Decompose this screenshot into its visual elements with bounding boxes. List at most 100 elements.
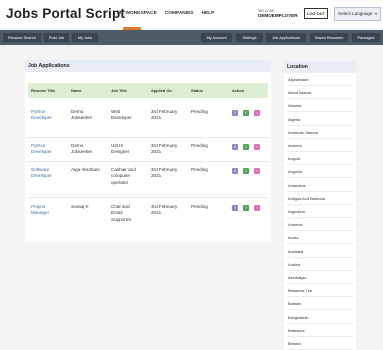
location-divider	[286, 177, 354, 179]
location-item[interactable]: Andorra	[288, 143, 302, 148]
location-item[interactable]: Bahrain	[288, 301, 301, 306]
delete-icon[interactable]: ▫	[254, 144, 260, 150]
settings-button[interactable]: Settings	[236, 33, 263, 42]
nav-my-workspace[interactable]: MY WORKSPACE	[117, 11, 157, 16]
view-icon[interactable]: ≡	[232, 144, 238, 150]
job-title-line: Supporter	[111, 216, 132, 222]
location-item[interactable]: Antarctica	[288, 183, 305, 188]
location-item[interactable]: Argentina	[288, 209, 305, 214]
location-item[interactable]: Aruba	[288, 235, 298, 240]
location-item[interactable]: Albania	[288, 103, 301, 108]
delete-icon[interactable]: ▫	[254, 205, 260, 211]
resume-title-link-line: Developer	[31, 115, 52, 121]
job-title-line: Developer	[111, 115, 132, 121]
job-applications-button[interactable]: Job Applications	[266, 33, 306, 42]
location-item[interactable]: Anguilla	[288, 169, 302, 174]
table-header: Resume Title Name Job Title Applied On S…	[28, 83, 268, 98]
location-item[interactable]: Bangladesh	[288, 315, 309, 320]
panel-title: Job Applications	[25, 60, 271, 72]
location-divider	[286, 190, 354, 192]
location-item[interactable]: Austria	[288, 262, 300, 267]
site-header: Jobs Portal Script MY WORKSPACE COMPANIE…	[0, 0, 383, 30]
applicant-name-line: Jobseeker	[71, 115, 93, 121]
nav-help[interactable]: HELP	[202, 11, 215, 16]
resume-title-link-line: Developer	[31, 173, 52, 179]
logout-button[interactable]: LOG OUT	[304, 8, 328, 19]
location-item[interactable]: Antigua And Barbuda	[288, 196, 325, 201]
view-icon[interactable]: ≡	[232, 205, 238, 211]
username: DEMOEMPLOYER	[258, 13, 298, 18]
location-divider	[286, 256, 354, 258]
col-applied-on: Applied On	[151, 88, 172, 93]
row-divider	[28, 137, 268, 138]
location-item[interactable]: Azerbaijan	[288, 275, 306, 280]
col-job-title: Job Title	[111, 88, 127, 93]
location-divider	[286, 164, 354, 166]
row-divider	[28, 161, 268, 162]
location-item[interactable]: Angola	[288, 156, 300, 161]
chevron-down-icon: ▾	[374, 11, 377, 16]
approve-icon[interactable]: ✓	[243, 205, 249, 211]
saved-resumes-button[interactable]: Saved Resumes	[310, 33, 348, 42]
language-select-label: Select Language	[338, 11, 373, 16]
applied-on: 3rd February 2021	[151, 109, 177, 122]
approve-icon[interactable]: ✓	[243, 144, 249, 150]
resume-title-link[interactable]: Software Developer	[31, 167, 52, 180]
delete-icon[interactable]: ▫	[254, 110, 260, 116]
approve-icon[interactable]: ✓	[243, 168, 249, 174]
approve-icon[interactable]: ✓	[243, 110, 249, 116]
location-item[interactable]: Bahamas The	[288, 288, 312, 293]
location-item[interactable]: Belarus	[288, 341, 301, 346]
col-resume-title: Resume Title	[31, 88, 56, 93]
location-filter: Location Afghanistan Aland Islands Albania…	[284, 61, 356, 350]
location-divider	[286, 124, 354, 126]
site-logo[interactable]: Jobs Portal Script	[6, 6, 125, 21]
status-text: Pending	[191, 109, 208, 115]
resume-title-link[interactable]: Project Manager	[31, 204, 49, 217]
job-title-line: operator	[111, 179, 129, 185]
location-item[interactable]: Australia	[288, 249, 303, 254]
location-divider	[286, 296, 354, 298]
status-text: Pending	[191, 167, 208, 173]
location-divider	[286, 269, 354, 271]
resume-search-button[interactable]: Resume Search	[3, 33, 41, 42]
applicant-name: Suraaj K	[71, 204, 89, 210]
resume-title-link-line: Manager	[31, 210, 50, 216]
col-status: Status	[191, 88, 203, 93]
location-item[interactable]: Aland Islands	[288, 90, 311, 95]
location-item[interactable]: Armenia	[288, 222, 303, 227]
view-icon[interactable]: ≡	[232, 168, 238, 174]
col-name: Name	[71, 88, 82, 93]
applicant-name: Alga Abraham	[71, 167, 100, 173]
language-select[interactable]: Select Language ▾	[334, 7, 381, 21]
applied-on: 3rd February 2021	[151, 167, 177, 180]
applied-on: 3rd February 2021	[151, 204, 177, 217]
location-item[interactable]: Barbados	[288, 328, 305, 333]
location-divider	[286, 203, 354, 205]
packages-button[interactable]: Packages	[352, 33, 380, 42]
nav-companies[interactable]: COMPANIES	[165, 11, 194, 16]
main-nav: MY WORKSPACE COMPANIES HELP	[117, 11, 214, 16]
post-job-button[interactable]: Post Job	[44, 33, 69, 42]
applicant-name: Demo Jobseeker	[71, 109, 92, 122]
applied-on: 3rd February 2021	[151, 143, 177, 156]
my-account-button[interactable]: My Account	[201, 33, 232, 42]
toolbar: Resume Search Post Job My Jobs My Accoun…	[0, 30, 383, 45]
location-divider	[286, 217, 354, 218]
my-jobs-button[interactable]: My Jobs	[72, 33, 98, 42]
resume-title-link[interactable]: Python Developer	[31, 109, 52, 122]
location-item[interactable]: American Samoa	[288, 130, 318, 135]
location-divider	[286, 335, 354, 337]
applied-on-line: 2021	[151, 149, 162, 155]
applied-on-line: 2021	[151, 173, 162, 179]
resume-title-link[interactable]: Python Developer	[31, 143, 52, 156]
applicant-name-line: Alga Abraham	[71, 167, 100, 172]
col-action: Action	[232, 88, 245, 93]
view-icon[interactable]: ≡	[232, 110, 238, 116]
delete-icon[interactable]: ▫	[254, 168, 260, 174]
applied-on-line: 2021	[151, 115, 162, 121]
location-item[interactable]: Afghanistan	[288, 77, 309, 82]
location-divider	[286, 137, 354, 139]
applied-on-line: 2021	[151, 210, 162, 216]
location-item[interactable]: Algeria	[288, 117, 300, 122]
